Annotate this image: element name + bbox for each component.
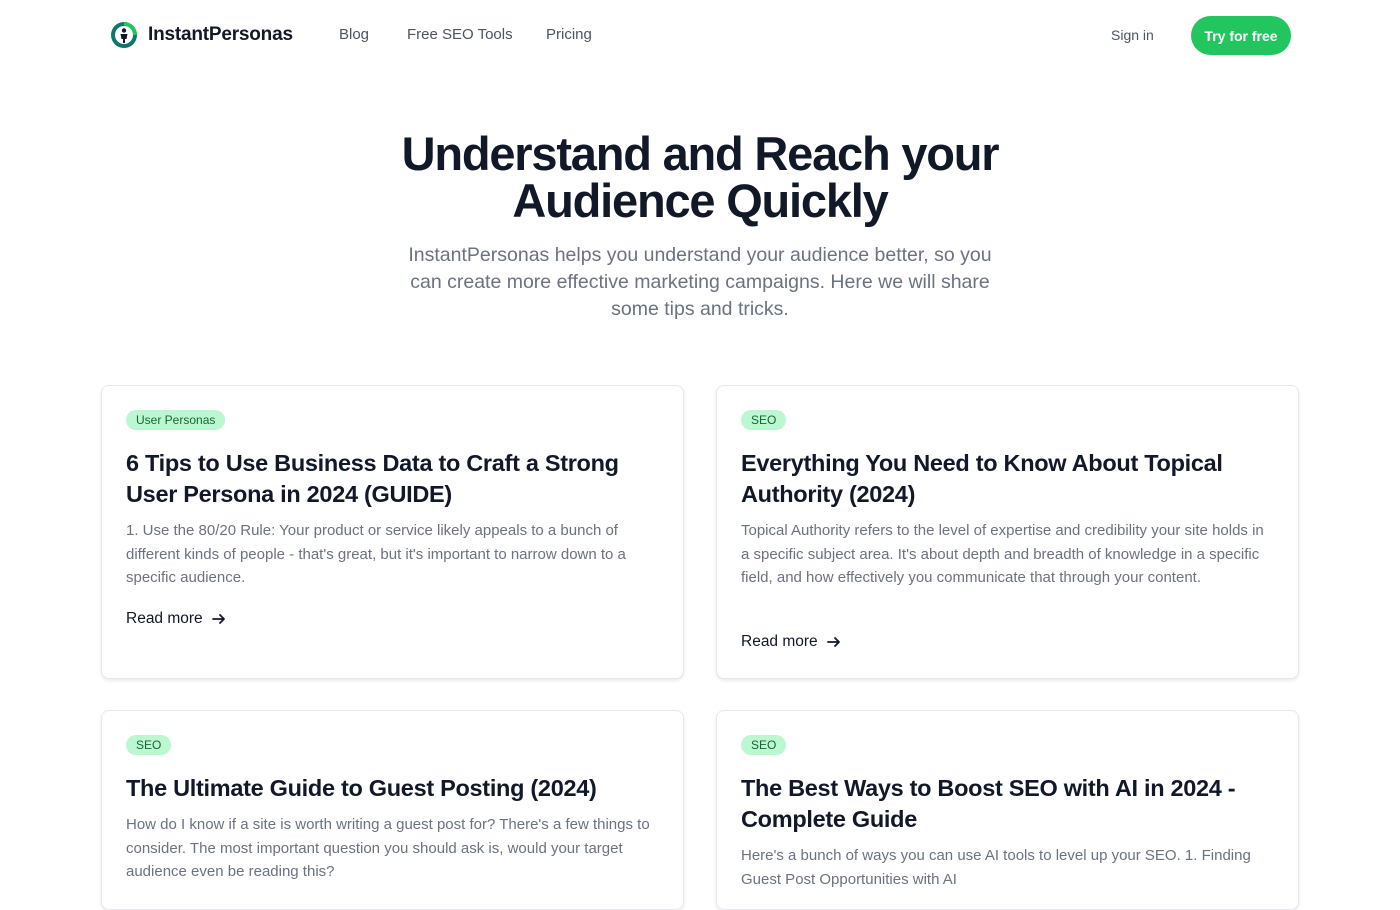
read-more-label: Read more	[126, 610, 203, 627]
post-title[interactable]: The Best Ways to Boost SEO with AI in 20…	[741, 773, 1271, 835]
sign-in-link[interactable]: Sign in	[1111, 27, 1154, 43]
post-card[interactable]: User Personas 6 Tips to Use Business Dat…	[101, 385, 684, 679]
brand-name: InstantPersonas	[148, 24, 293, 45]
post-excerpt: How do I know if a site is worth writing…	[126, 816, 650, 880]
arrow-right-icon	[826, 637, 840, 647]
post-tag-badge: SEO	[126, 735, 172, 755]
top-nav: InstantPersonas Blog Free SEO Tools Pric…	[0, 0, 1400, 70]
post-tag-badge: SEO	[741, 735, 787, 755]
nav-link-pricing[interactable]: Pricing	[546, 26, 592, 43]
read-more-link[interactable]: Read more	[741, 633, 842, 651]
nav-link-blog[interactable]: Blog	[339, 26, 369, 43]
post-excerpt: 1. Use the 80/20 Rule: Your product or s…	[126, 522, 626, 586]
arrow-right-icon	[211, 614, 225, 624]
post-card[interactable]: SEO Everything You Need to Know About To…	[716, 385, 1299, 679]
hero-subtitle: InstantPersonas helps you understand you…	[408, 244, 992, 320]
post-excerpt: Topical Authority refers to the level of…	[741, 522, 1264, 586]
try-for-free-button[interactable]: Try for free	[1191, 16, 1291, 55]
post-tag-badge: SEO	[741, 410, 787, 430]
post-excerpt: Here's a bunch of ways you can use AI to…	[741, 847, 1251, 888]
post-tag-badge: User Personas	[126, 410, 226, 430]
brand-logo-link[interactable]: InstantPersonas	[110, 21, 293, 49]
hero-title: Understand and Reach your Audience Quick…	[401, 127, 1000, 227]
post-title[interactable]: The Ultimate Guide to Guest Posting (202…	[126, 773, 656, 804]
post-card[interactable]: SEO The Best Ways to Boost SEO with AI i…	[716, 710, 1299, 910]
post-title[interactable]: 6 Tips to Use Business Data to Craft a S…	[126, 448, 656, 510]
nav-link-free-seo-tools[interactable]: Free SEO Tools	[407, 26, 513, 43]
read-more-link[interactable]: Read more	[126, 610, 227, 628]
post-title[interactable]: Everything You Need to Know About Topica…	[741, 448, 1271, 510]
read-more-label: Read more	[741, 633, 818, 650]
post-card[interactable]: SEO The Ultimate Guide to Guest Posting …	[101, 710, 684, 910]
brand-logo-icon	[111, 22, 137, 48]
